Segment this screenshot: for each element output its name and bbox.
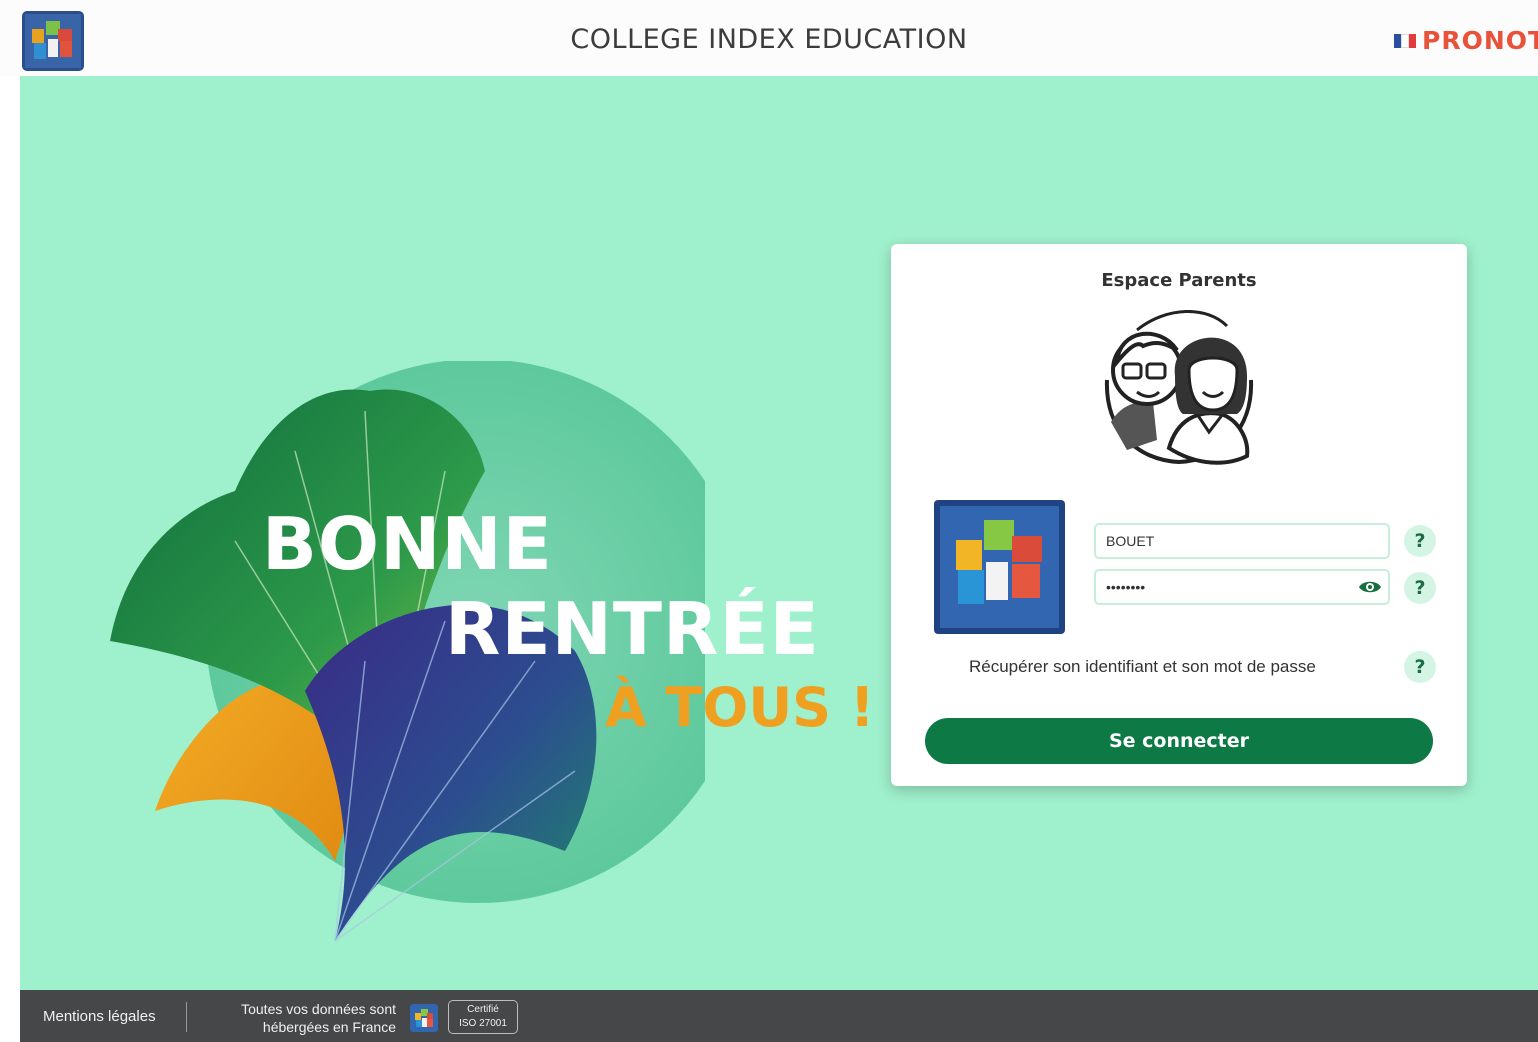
app-root: COLLEGE INDEX EDUCATION PRONOTE	[0, 0, 1538, 1042]
hosting-line-2: hébergées en France	[262, 1019, 396, 1035]
username-field-wrapper	[1094, 523, 1390, 559]
username-help-button[interactable]: ?	[1404, 525, 1436, 557]
connect-button[interactable]: Se connecter	[925, 718, 1433, 764]
cert-line-1: Certifié	[467, 1004, 499, 1015]
iso-certification-badge: Certifié ISO 27001	[448, 1000, 518, 1034]
password-input[interactable]	[1096, 571, 1388, 603]
top-header: COLLEGE INDEX EDUCATION PRONOTE	[0, 0, 1538, 76]
hero-line-3: À TOUS !	[605, 676, 875, 739]
cert-line-2: ISO 27001	[459, 1018, 507, 1029]
hero-line-2: RENTRÉE	[445, 587, 820, 671]
school-title: COLLEGE INDEX EDUCATION	[570, 24, 968, 55]
recover-credentials-link[interactable]: Récupérer son identifiant et son mot de …	[969, 657, 1316, 677]
login-title: Espace Parents	[1101, 270, 1257, 291]
username-input[interactable]	[1096, 525, 1388, 557]
password-field-wrapper	[1094, 569, 1390, 605]
hero-line-1: BONNE	[262, 502, 553, 586]
school-logo-icon	[934, 500, 1065, 634]
flag-icon	[1394, 33, 1417, 48]
brand-name: PRONOTE	[1422, 26, 1538, 55]
main-area: BONNE RENTRÉE À TOUS ! Espace Parents BO…	[20, 76, 1538, 990]
pronote-brand[interactable]: PRONOTE	[1394, 26, 1538, 55]
footer-divider	[186, 1002, 187, 1032]
footer: Mentions légales Toutes vos données sont…	[20, 990, 1538, 1042]
eye-icon[interactable]	[1358, 578, 1382, 596]
footer-logo-icon	[410, 1004, 438, 1032]
login-card: Espace Parents BOUET ? •••••••• ? Récupé…	[891, 244, 1467, 786]
password-help-button[interactable]: ?	[1404, 572, 1436, 604]
hosting-notice: Toutes vos données sont hébergées en Fra…	[198, 1000, 396, 1036]
parents-illustration-icon	[1104, 310, 1254, 465]
hosting-line-1: Toutes vos données sont	[241, 1001, 396, 1017]
recover-help-button[interactable]: ?	[1404, 651, 1436, 683]
legal-mentions-link[interactable]: Mentions légales	[43, 1008, 156, 1025]
